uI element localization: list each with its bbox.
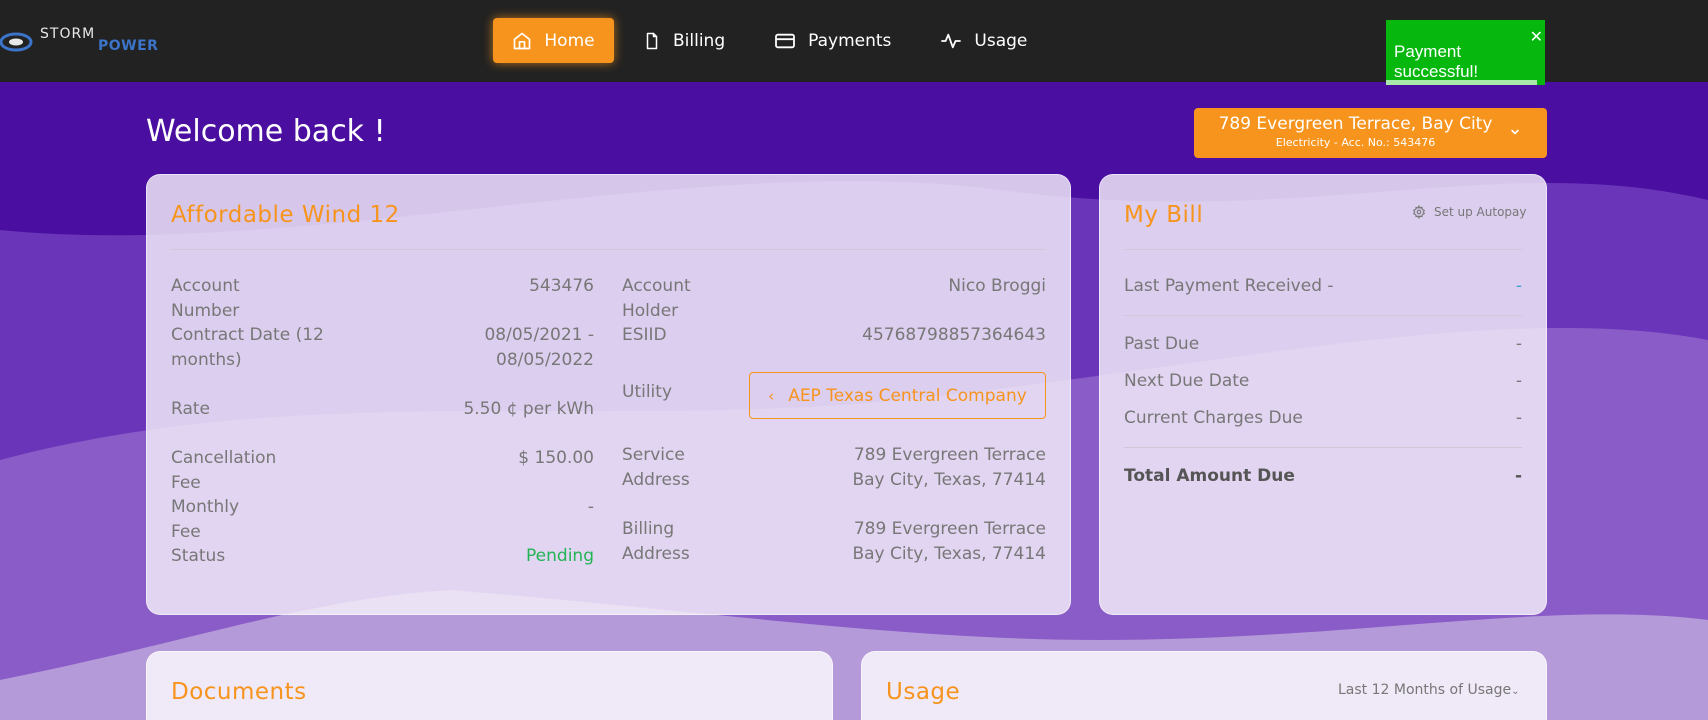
esiid-label: ESIID xyxy=(622,325,667,345)
service-address-line1: 789 Evergreen Terrace xyxy=(853,445,1046,465)
rate-label: Rate xyxy=(171,399,210,419)
last-payment-label: Last Payment Received - xyxy=(1124,276,1334,296)
usage-period-select[interactable]: Last 12 Months of Usage⌄ xyxy=(1338,682,1519,698)
service-address-line2: Bay City, Texas, 77414 xyxy=(852,470,1046,490)
utility-label: Utility xyxy=(622,382,673,402)
main-nav: Home Billing Payments Usage xyxy=(493,18,1056,63)
total-due-value: - xyxy=(1514,466,1522,486)
bill-divider-top xyxy=(1124,249,1522,250)
monthly-fee-label: Monthly Fee xyxy=(171,497,240,542)
usage-title: Usage xyxy=(886,679,961,705)
cancellation-fee-label: Cancellation Fee xyxy=(171,448,277,493)
nav-usage-label: Usage xyxy=(974,30,1028,51)
activity-icon xyxy=(941,33,962,48)
my-bill-card xyxy=(1099,174,1547,615)
status-label: Status xyxy=(171,546,226,566)
nav-billing[interactable]: Billing xyxy=(623,18,745,63)
nav-home[interactable]: Home xyxy=(493,18,614,63)
billing-address-line1: 789 Evergreen Terrace xyxy=(853,519,1046,539)
storm-power-logo[interactable]: STORM POWER xyxy=(0,24,170,58)
last-payment-value: - xyxy=(1515,276,1522,296)
current-charges-value: - xyxy=(1515,408,1522,428)
documents-title: Documents xyxy=(171,679,307,705)
nav-payments-label: Payments xyxy=(808,30,892,51)
status-value: Pending xyxy=(526,546,594,566)
next-due-date-label: Next Due Date xyxy=(1124,371,1250,391)
bill-divider-bottom xyxy=(1124,447,1522,448)
account-number-value: 543476 xyxy=(529,276,594,296)
nav-usage[interactable]: Usage xyxy=(920,18,1047,63)
credit-card-icon xyxy=(775,33,796,48)
utility-button[interactable]: ‹ AEP Texas Central Company xyxy=(749,372,1046,419)
service-address-label: Service Address xyxy=(622,445,690,490)
contract-date-value: 08/05/2021 - 08/05/2022 xyxy=(484,325,594,370)
setup-autopay-link[interactable]: Set up Autopay xyxy=(1412,205,1527,219)
plan-divider xyxy=(171,249,1046,250)
autopay-label: Set up Autopay xyxy=(1434,205,1527,219)
total-due-label: Total Amount Due xyxy=(1124,466,1295,486)
cancellation-fee-value: $ 150.00 xyxy=(518,448,594,468)
payment-success-toast: Payment successful! ✕ xyxy=(1386,20,1545,85)
contract-date-label: Contract Date (12 months) xyxy=(171,325,324,370)
toast-progress-bar xyxy=(1386,80,1538,85)
past-due-value: - xyxy=(1515,334,1522,354)
nav-payments[interactable]: Payments xyxy=(754,18,911,63)
account-subtitle: Electricity - Acc. No.: 543476 xyxy=(1275,136,1436,149)
account-holder-label: Account Holder xyxy=(622,276,691,321)
chevron-left-icon: ‹ xyxy=(768,386,775,405)
file-icon xyxy=(646,32,658,49)
toast-message: Payment successful! xyxy=(1394,42,1479,81)
bill-divider-mid xyxy=(1124,315,1522,316)
logo-text-power: POWER xyxy=(98,38,159,54)
monthly-fee-value: - xyxy=(587,497,594,517)
welcome-heading: Welcome back ! xyxy=(146,114,386,149)
close-icon[interactable]: ✕ xyxy=(1530,29,1543,45)
rate-value: 5.50 ¢ per kWh xyxy=(463,399,594,419)
nav-home-label: Home xyxy=(544,30,595,51)
home-icon xyxy=(514,32,531,49)
gear-icon xyxy=(1412,205,1426,219)
plan-title: Affordable Wind 12 xyxy=(171,202,400,228)
billing-address-line2: Bay City, Texas, 77414 xyxy=(852,544,1046,564)
chevron-down-icon xyxy=(1511,129,1519,135)
utility-value: AEP Texas Central Company xyxy=(788,385,1027,406)
account-holder-value: Nico Broggi xyxy=(948,276,1046,296)
bill-title: My Bill xyxy=(1124,202,1204,228)
usage-period-label: Last 12 Months of Usage xyxy=(1338,682,1512,698)
past-due-label: Past Due xyxy=(1124,334,1200,354)
logo-text-storm: STORM xyxy=(40,26,96,42)
current-charges-label: Current Charges Due xyxy=(1124,408,1303,428)
account-address: 789 Evergreen Terrace, Bay City xyxy=(1218,114,1493,134)
logo-swoosh-icon xyxy=(0,32,33,52)
account-selector[interactable]: 789 Evergreen Terrace, Bay City Electric… xyxy=(1194,108,1547,158)
chevron-down-icon: ⌄ xyxy=(1511,686,1520,697)
account-number-label: Account Number xyxy=(171,276,240,321)
nav-billing-label: Billing xyxy=(673,30,726,51)
next-due-date-value: - xyxy=(1515,371,1522,391)
billing-address-label: Billing Address xyxy=(622,519,690,564)
esiid-value: 45768798857364643 xyxy=(862,325,1046,345)
